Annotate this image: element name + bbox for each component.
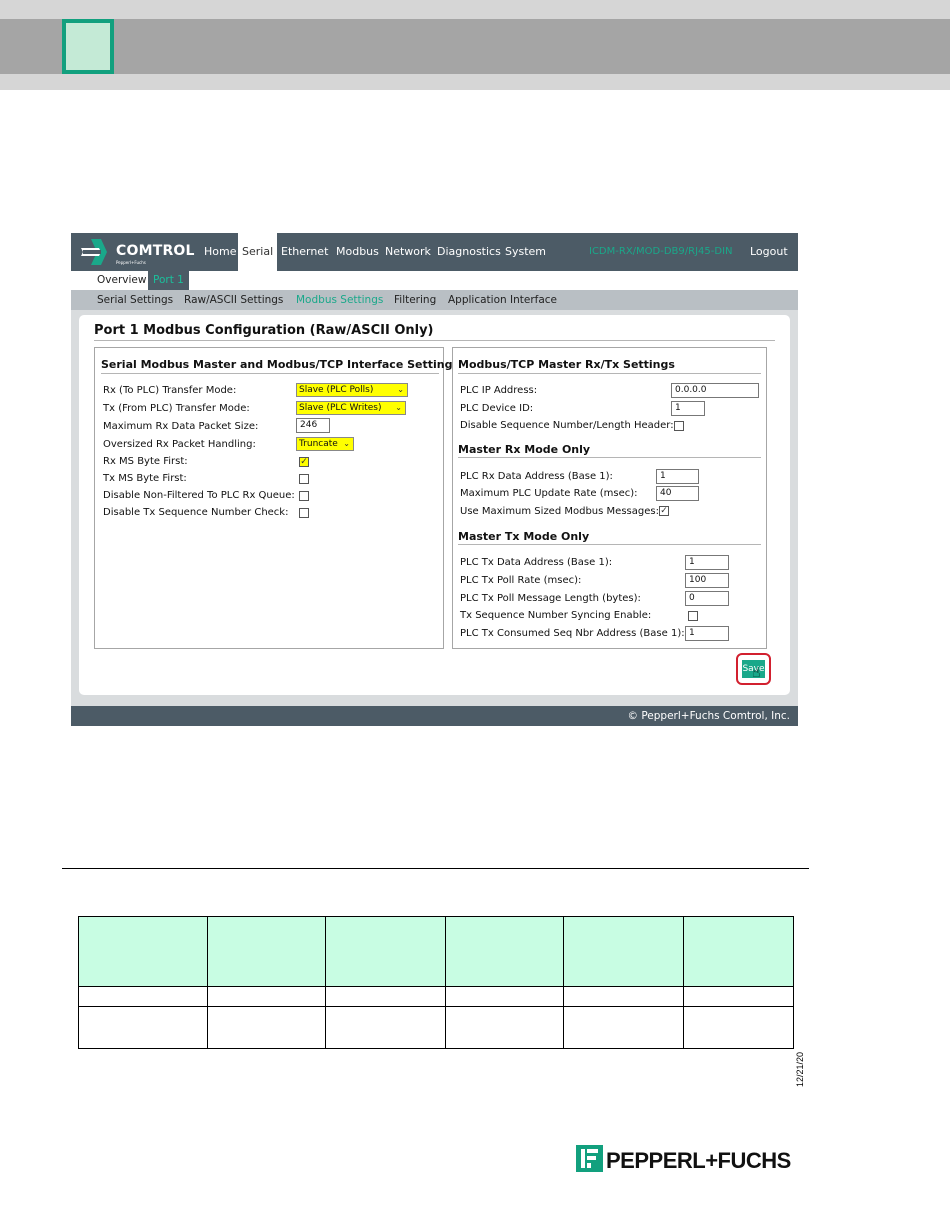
brand-subline: Pepperl+Fuchs (116, 260, 146, 265)
master-tx-divider (458, 544, 761, 545)
table-row (78, 1005, 794, 1050)
tx-transfer-mode-select[interactable]: Slave (PLC Writes) ⌄ (296, 401, 406, 415)
port-subnav: Overview Port 1 (71, 271, 798, 290)
nav-diagnostics[interactable]: Diagnostics (433, 233, 505, 271)
disable-tx-seq-check-label: Disable Tx Sequence Number Check: (103, 507, 289, 518)
plc-device-id-label: PLC Device ID: (460, 403, 534, 414)
doc-date: 12/21/20 (795, 1051, 805, 1087)
rx-ms-byte-label: Rx MS Byte First: (103, 456, 188, 467)
hand-cursor-icon: ☝ (752, 665, 761, 681)
tx-transfer-mode-value: Slave (PLC Writes) (299, 403, 382, 413)
oversized-rx-label: Oversized Rx Packet Handling: (103, 439, 256, 450)
use-max-sized-checkbox[interactable]: ✓ (659, 506, 669, 516)
rx-transfer-mode-value: Slave (PLC Polls) (299, 385, 374, 395)
chevron-down-icon: ⌄ (397, 385, 404, 394)
plc-tx-poll-length-label: PLC Tx Poll Message Length (bytes): (460, 593, 641, 604)
doc-divider (62, 868, 809, 869)
nav-modbus[interactable]: Modbus (332, 233, 383, 271)
master-tx-section-title: Master Tx Mode Only (458, 530, 590, 543)
footer-bar: © Pepperl+Fuchs Comtrol, Inc. (71, 706, 798, 726)
brand-name: COMTROL (116, 243, 195, 259)
subnav-overview[interactable]: Overview (92, 271, 151, 290)
nav-serial[interactable]: Serial (238, 233, 278, 271)
plc-ip-label: PLC IP Address: (460, 385, 538, 396)
top-nav-bar: COMTROL Pepperl+Fuchs Home Serial Ethern… (71, 233, 798, 271)
web-ui-screenshot: COMTROL Pepperl+Fuchs Home Serial Ethern… (71, 233, 798, 726)
master-rx-section-title: Master Rx Mode Only (458, 443, 591, 456)
comtrol-logo[interactable]: COMTROL Pepperl+Fuchs (79, 237, 194, 267)
right-panel-title: Modbus/TCP Master Rx/Tx Settings (458, 358, 675, 371)
nav-system[interactable]: System (501, 233, 550, 271)
tab-serial-settings[interactable]: Serial Settings (97, 290, 173, 310)
tab-application-interface[interactable]: Application Interface (448, 290, 557, 310)
comtrol-logo-icon (81, 239, 107, 265)
disable-nonfiltered-label: Disable Non-Filtered To PLC Rx Queue: (103, 490, 295, 501)
pepperl-fuchs-logo-text: PEPPERL+FUCHS (606, 1148, 791, 1173)
plc-tx-address-input[interactable]: 1 (685, 555, 729, 570)
disable-seq-header-checkbox[interactable] (674, 421, 684, 431)
pepperl-fuchs-logo: PEPPERL+FUCHS (576, 1145, 798, 1177)
plc-rx-address-label: PLC Rx Data Address (Base 1): (460, 471, 613, 482)
max-rx-packet-input[interactable]: 246 (296, 418, 330, 433)
chevron-down-icon: ⌄ (395, 403, 402, 412)
tx-seq-sync-checkbox[interactable] (688, 611, 698, 621)
tx-ms-byte-checkbox[interactable] (299, 474, 309, 484)
disable-seq-header-label: Disable Sequence Number/Length Header: (460, 420, 674, 431)
device-model-name: ICDM-RX/MOD-DB9/RJ45-DIN (589, 246, 733, 257)
oversized-rx-value: Truncate (299, 439, 338, 449)
plc-tx-consumed-label: PLC Tx Consumed Seq Nbr Address (Base 1)… (460, 628, 685, 639)
disable-tx-seq-check-checkbox[interactable] (299, 508, 309, 518)
plc-tx-poll-length-input[interactable]: 0 (685, 591, 729, 606)
right-panel-divider (458, 373, 761, 374)
chevron-down-icon: ⌄ (343, 439, 350, 448)
left-panel-title: Serial Modbus Master and Modbus/TCP Inte… (101, 358, 460, 371)
copyright-text: © Pepperl+Fuchs Comtrol, Inc. (627, 710, 791, 722)
nav-network[interactable]: Network (381, 233, 435, 271)
doc-header-bottom-band (0, 74, 950, 90)
plc-ip-input[interactable]: 0.0.0.0 (671, 383, 759, 398)
tx-seq-sync-label: Tx Sequence Number Syncing Enable: (460, 610, 652, 621)
plc-tx-consumed-input[interactable]: 1 (685, 626, 729, 641)
tab-filtering[interactable]: Filtering (394, 290, 436, 310)
tx-ms-byte-label: Tx MS Byte First: (103, 473, 187, 484)
settings-tab-bar: Serial Settings Raw/ASCII Settings Modbu… (71, 290, 798, 310)
use-max-sized-label: Use Maximum Sized Modbus Messages: (460, 506, 659, 517)
rx-transfer-mode-select[interactable]: Slave (PLC Polls) ⌄ (296, 383, 408, 397)
subnav-port-1[interactable]: Port 1 (148, 271, 189, 290)
doc-header-square-icon (62, 19, 114, 74)
tx-transfer-mode-label: Tx (From PLC) Transfer Mode: (103, 403, 250, 414)
max-plc-update-rate-label: Maximum PLC Update Rate (msec): (460, 488, 638, 499)
logout-link[interactable]: Logout (750, 233, 788, 271)
table-row (78, 985, 794, 1007)
disable-nonfiltered-checkbox[interactable] (299, 491, 309, 501)
plc-tx-poll-rate-input[interactable]: 100 (685, 573, 729, 588)
rx-ms-byte-checkbox[interactable]: ✓ (299, 457, 309, 467)
nav-home[interactable]: Home (200, 233, 240, 271)
tab-modbus-settings[interactable]: Modbus Settings (296, 290, 383, 310)
table-header-row (78, 916, 794, 987)
save-button-highlight: Save ☝ (736, 653, 771, 685)
doc-header-top-band (0, 0, 950, 19)
plc-tx-poll-rate-label: PLC Tx Poll Rate (msec): (460, 575, 582, 586)
tab-raw-ascii-settings[interactable]: Raw/ASCII Settings (184, 290, 283, 310)
left-panel-divider (101, 373, 439, 374)
doc-revision-table (78, 916, 794, 1050)
oversized-rx-select[interactable]: Truncate ⌄ (296, 437, 354, 451)
max-plc-update-rate-input[interactable]: 40 (656, 486, 699, 501)
master-rx-divider (458, 457, 761, 458)
plc-device-id-input[interactable]: 1 (671, 401, 705, 416)
nav-ethernet[interactable]: Ethernet (277, 233, 332, 271)
page-title: Port 1 Modbus Configuration (Raw/ASCII O… (94, 323, 434, 338)
rx-transfer-mode-label: Rx (To PLC) Transfer Mode: (103, 385, 237, 396)
plc-tx-address-label: PLC Tx Data Address (Base 1): (460, 557, 613, 568)
pepperl-fuchs-mark-icon (576, 1145, 603, 1172)
doc-header-band (0, 19, 950, 74)
plc-rx-address-input[interactable]: 1 (656, 469, 699, 484)
max-rx-packet-label: Maximum Rx Data Packet Size: (103, 421, 259, 432)
title-divider (94, 340, 775, 341)
